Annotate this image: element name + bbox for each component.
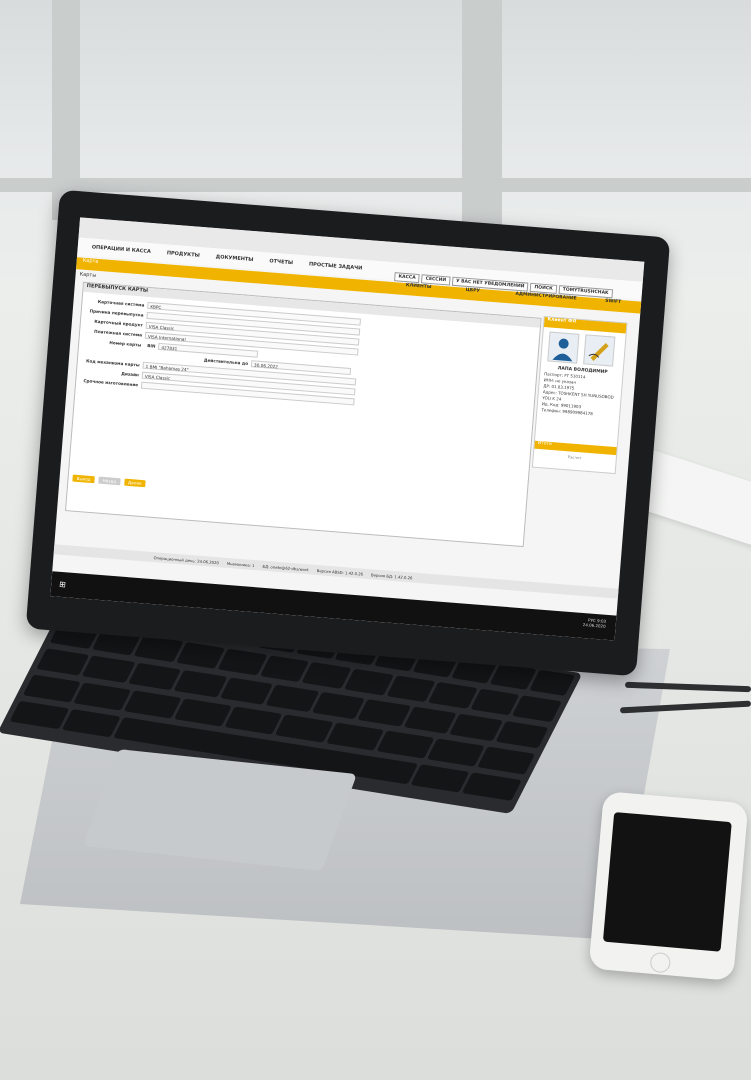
signature-icon	[583, 334, 616, 367]
windows-start-icon[interactable]: ⊞	[59, 580, 66, 589]
menu-simple-tasks[interactable]: ПРОСТЫЕ ЗАДАЧИ	[309, 261, 363, 271]
exit-button[interactable]: Выход	[72, 474, 95, 484]
field-label: Срочное изготовление	[83, 377, 139, 387]
laptop-screen: ОПЕРАЦИИ И КАССА ПРОДУКТЫ ДОКУМЕНТЫ ОТЧЕ…	[50, 217, 645, 641]
next-button[interactable]: Далее	[123, 478, 146, 488]
client-panel: Клиент ФЛ ЛАПА ВОЛОДИМИР Паспорт: FT 510…	[531, 316, 628, 475]
system-tray: РУС 9:03 24.06.2020	[582, 617, 607, 629]
menu-cbru[interactable]: ЦБРУ	[465, 288, 480, 294]
home-button-icon	[649, 951, 672, 974]
back-button[interactable]: Назад	[98, 476, 121, 486]
client-images	[547, 331, 616, 367]
menu-clients[interactable]: КЛИЕНТЫ	[406, 283, 432, 290]
status-item: Мнемоника: 1	[226, 560, 255, 568]
menu-reports[interactable]: ОТЧЕТЫ	[269, 258, 293, 266]
status-item: Операционный день: 24.06.2020	[153, 554, 220, 565]
section-tab[interactable]: Карта	[76, 257, 98, 265]
menu-documents[interactable]: ДОКУМЕНТЫ	[215, 254, 253, 263]
bin-label: BIN	[147, 342, 156, 349]
panel-buttons: Выход Назад Далее	[72, 474, 146, 488]
menu-operations[interactable]: ОПЕРАЦИИ И КАССА	[92, 244, 152, 255]
avatar-icon	[547, 331, 580, 364]
window-frame-center	[462, 0, 502, 240]
laptop-lid: ОПЕРАЦИИ И КАССА ПРОДУКТЫ ДОКУМЕНТЫ ОТЧЕ…	[25, 189, 671, 677]
window-sill	[0, 178, 751, 192]
clock-date: 24.06.2020	[582, 622, 606, 629]
smartphone	[588, 791, 749, 981]
breadcrumb[interactable]: Карты	[79, 271, 96, 278]
client-info: ЛАПА ВОЛОДИМИР Паспорт: FT 510114 ИНН: н…	[541, 365, 621, 419]
reissue-panel: ПЕРЕВЫПУСК КАРТЫ Карточная система KBPC П…	[65, 281, 542, 548]
phone-screen	[602, 811, 732, 952]
status-item: Версия БД: 1.42.0.26	[370, 571, 413, 580]
menu-products[interactable]: ПРОДУКТЫ	[167, 250, 200, 259]
client-panel-title: Клиент ФЛ	[543, 317, 627, 334]
status-item: Версия ABSD: 1.42.0.26	[316, 567, 364, 577]
status-item: БД: onebr@62-dbs/work	[262, 563, 309, 572]
menu-swift[interactable]: SWIFT	[605, 299, 621, 305]
